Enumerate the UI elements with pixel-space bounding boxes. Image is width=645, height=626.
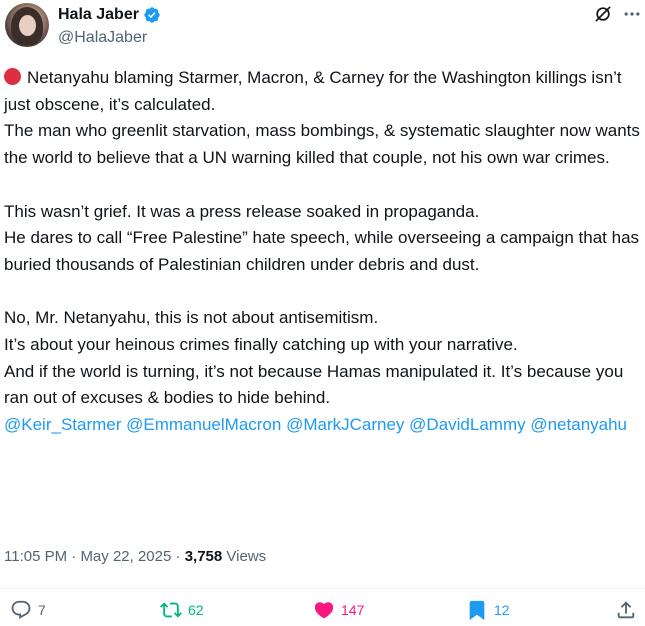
tweet-text: Netanyahu blaming Starmer, Macron, & Car… xyxy=(4,65,644,439)
author-name[interactable]: Hala Jaber xyxy=(58,5,139,25)
paragraph-spacer: ​ xyxy=(4,279,644,306)
tweet-paragraph-2: This wasn’t grief. It was a press releas… xyxy=(4,199,644,279)
tweet-paragraph-3: No, Mr. Netanyahu, this is not about ant… xyxy=(4,305,644,439)
verified-badge-icon[interactable] xyxy=(143,6,161,24)
grok-icon[interactable] xyxy=(593,4,613,24)
meta-separator: · xyxy=(175,548,181,565)
reply-icon xyxy=(11,600,31,619)
tweet-paragraph-1: Netanyahu blaming Starmer, Macron, & Car… xyxy=(4,65,644,172)
heart-icon xyxy=(314,602,334,619)
tweet-meta: 11:05 PM · May 22, 2025 · 3,758 Views xyxy=(4,547,266,567)
avatar[interactable] xyxy=(5,3,49,47)
mention-link[interactable]: @netanyahu xyxy=(530,415,627,434)
paragraph-spacer: ​ xyxy=(4,172,644,199)
mention-link[interactable]: @DavidLammy xyxy=(409,415,525,434)
red-circle-icon xyxy=(4,68,21,85)
tweet-line: No, Mr. Netanyahu, this is not about ant… xyxy=(4,308,379,328)
like-button[interactable]: 147 xyxy=(313,598,364,622)
reply-button[interactable]: 7 xyxy=(10,598,46,622)
retweet-button[interactable]: 62 xyxy=(160,598,204,622)
tweet-line: It’s about your heinous crimes finally c… xyxy=(4,335,518,355)
tweet-line: This wasn’t grief. It was a press releas… xyxy=(4,201,480,221)
author-name-row: Hala Jaber xyxy=(58,5,161,25)
tweet-line: He dares to call “Free Palestine” hate s… xyxy=(4,228,644,274)
views-label: Views xyxy=(226,548,267,565)
tweet-header: Hala Jaber @HalaJaber xyxy=(0,0,645,58)
tweet-line: Netanyahu blaming Starmer, Macron, & Car… xyxy=(4,68,627,114)
like-count: 147 xyxy=(341,602,365,618)
meta-separator: · xyxy=(71,548,77,565)
mention-link[interactable]: @EmmanuelMacron xyxy=(126,415,281,434)
divider xyxy=(0,588,645,589)
avatar-face xyxy=(19,15,36,36)
reply-count: 7 xyxy=(38,602,46,618)
bookmark-icon xyxy=(469,600,485,621)
bookmark-button[interactable]: 12 xyxy=(466,598,510,622)
tweet-date[interactable]: May 22, 2025 xyxy=(80,548,171,565)
share-button[interactable] xyxy=(615,598,637,622)
tweet-line: And if the world is turning, it’s not be… xyxy=(4,361,629,408)
retweet-icon xyxy=(160,602,182,618)
tweet-time[interactable]: 11:05 PM xyxy=(4,548,67,565)
mention-link[interactable]: @MarkJCarney xyxy=(286,415,404,434)
author-handle[interactable]: @HalaJaber xyxy=(58,28,147,48)
mention-link[interactable]: @Keir_Starmer xyxy=(4,415,121,434)
action-bar: 7 62 147 12 xyxy=(0,598,645,626)
share-icon xyxy=(617,601,635,619)
views-count: 3,758 xyxy=(184,548,223,565)
bookmark-count: 12 xyxy=(494,602,510,618)
retweet-count: 62 xyxy=(188,602,204,618)
more-icon[interactable] xyxy=(622,4,642,24)
tweet-line: The man who greenlit starvation, mass bo… xyxy=(4,121,645,168)
